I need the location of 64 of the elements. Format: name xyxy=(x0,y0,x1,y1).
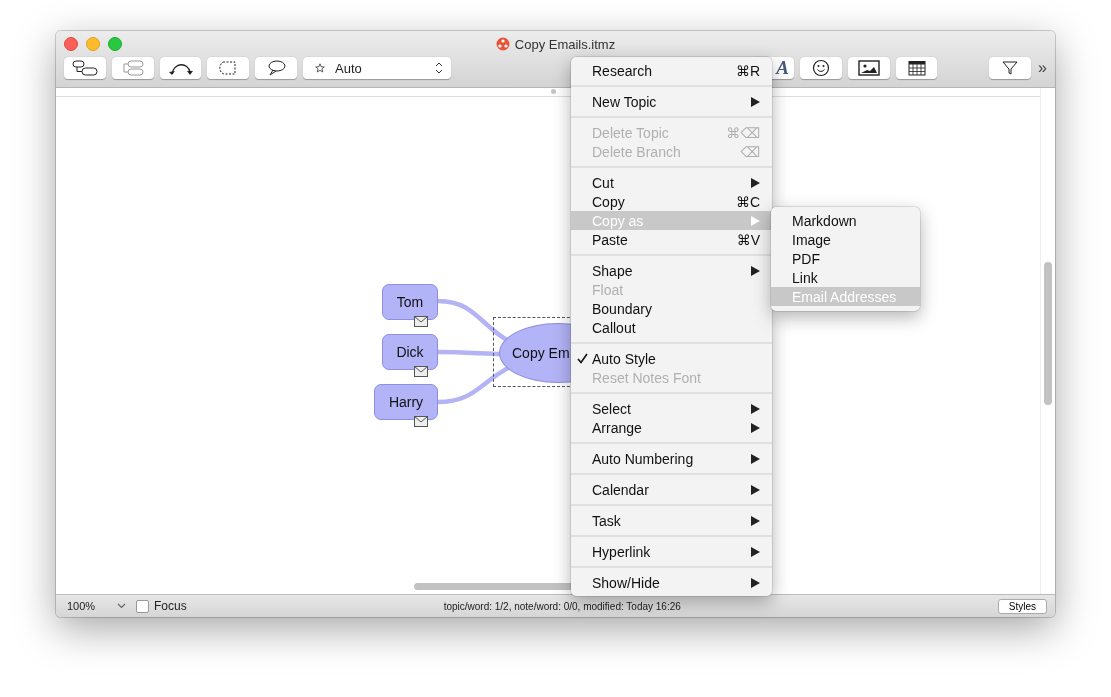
menu-item[interactable]: Image xyxy=(771,230,920,249)
menu-item[interactable]: Boundary xyxy=(571,299,772,318)
topic-node[interactable]: Harry xyxy=(374,384,438,420)
menu-item[interactable]: Show/Hide xyxy=(571,573,772,592)
submenu-arrow-icon xyxy=(751,265,760,276)
submenu-arrow-icon xyxy=(751,422,760,433)
filter-icon xyxy=(1001,60,1020,76)
overflow-button[interactable]: » xyxy=(1038,59,1047,77)
new-subtopic-button[interactable] xyxy=(64,57,106,79)
image-icon xyxy=(857,60,880,76)
menu-item[interactable]: Markdown xyxy=(771,211,920,230)
split-handle[interactable] xyxy=(551,89,556,94)
stepper-icon xyxy=(435,62,444,74)
calendar-icon xyxy=(907,60,926,76)
calendar-button[interactable] xyxy=(895,57,938,79)
zoom-level[interactable]: 100% xyxy=(67,600,107,612)
menu-item[interactable]: New Topic xyxy=(571,92,772,111)
submenu-arrow-icon xyxy=(751,215,760,226)
topic-node[interactable]: Dick xyxy=(382,334,438,370)
zoom-button[interactable] xyxy=(108,37,122,51)
style-dropdown[interactable]: Auto xyxy=(303,57,452,79)
relationship-button[interactable] xyxy=(159,57,202,79)
menu-item[interactable]: Calendar xyxy=(571,480,772,499)
submenu-arrow-icon xyxy=(751,96,760,107)
subtopic-icon xyxy=(69,59,100,77)
submenu-arrow-icon xyxy=(751,403,760,414)
checkmark-icon xyxy=(577,353,588,364)
smiley-icon xyxy=(811,59,830,77)
boundary-button[interactable] xyxy=(207,57,250,79)
close-button[interactable] xyxy=(64,37,78,51)
filter-button[interactable] xyxy=(989,57,1032,79)
star-icon xyxy=(315,63,326,73)
menu-item[interactable]: Auto Numbering xyxy=(571,449,772,468)
menu-item[interactable]: Link xyxy=(771,268,920,287)
submenu-arrow-icon xyxy=(751,546,760,557)
status-text: topic/word: 1/2, note/word: 0/0, modified: Today 16:26 xyxy=(442,600,682,612)
styles-button[interactable]: Styles xyxy=(997,598,1047,614)
menu-item[interactable]: Paste ⌘V xyxy=(571,230,772,249)
submenu-arrow-icon xyxy=(751,453,760,464)
menu-item[interactable]: Hyperlink xyxy=(571,542,772,561)
menu-item[interactable]: PDF xyxy=(771,249,920,268)
menu-item[interactable]: Copy ⌘C xyxy=(571,192,772,211)
topic-text: Copy Em xyxy=(512,345,570,361)
callout-button[interactable] xyxy=(255,57,298,79)
menu-item[interactable]: Select xyxy=(571,399,772,418)
document-icon xyxy=(495,37,510,51)
vertical-scrollbar[interactable] xyxy=(1044,262,1052,405)
submenu-arrow-icon xyxy=(751,177,760,188)
menu-item[interactable]: Shape xyxy=(571,261,772,280)
minimize-button[interactable] xyxy=(86,37,100,51)
chevron-down-icon[interactable] xyxy=(117,603,126,609)
icon-button[interactable] xyxy=(800,57,842,79)
image-button[interactable] xyxy=(847,57,890,79)
menu-item[interactable]: Arrange xyxy=(571,418,772,437)
submenu-arrow-icon xyxy=(751,515,760,526)
submenu-arrow-icon xyxy=(751,484,760,495)
menu-item[interactable]: Task xyxy=(571,511,772,530)
focus-label: Focus xyxy=(154,599,187,613)
submenu-arrow-icon xyxy=(751,577,760,588)
window-title: Copy Emails.itmz xyxy=(514,36,616,52)
topic-node[interactable]: Tom xyxy=(382,284,438,320)
focus-checkbox[interactable] xyxy=(136,599,149,613)
new-topic-button[interactable] xyxy=(111,57,154,79)
menu-item[interactable]: Cut xyxy=(571,173,772,192)
